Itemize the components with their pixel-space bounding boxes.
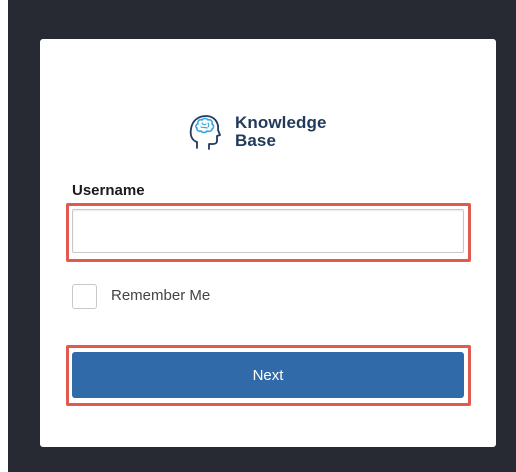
logo-wordmark: Knowledge Base	[235, 114, 327, 150]
head-brain-icon	[189, 115, 221, 150]
logo-line-1: Knowledge	[235, 113, 327, 132]
app-logo: Knowledge Base	[187, 109, 357, 155]
username-input[interactable]	[72, 209, 464, 253]
logo-line-2: Base	[235, 131, 277, 150]
username-label: Username	[72, 182, 145, 199]
remember-me-label[interactable]: Remember Me	[111, 287, 210, 304]
next-button[interactable]: Next	[72, 352, 464, 398]
remember-me-checkbox[interactable]	[72, 284, 97, 309]
